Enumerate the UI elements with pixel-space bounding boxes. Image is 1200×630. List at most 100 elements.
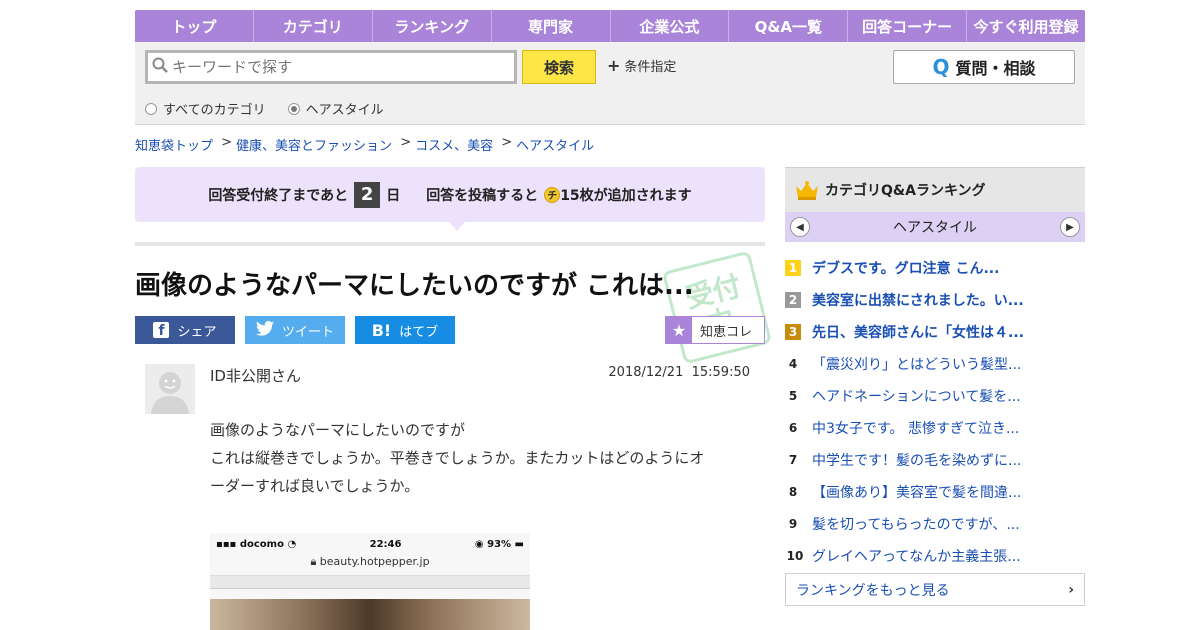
hatena-bookmark-button[interactable]: B! はてブ [355,316,455,344]
post-date: 2018/12/21 [608,365,684,380]
nav-qa-list[interactable]: Q&A一覧 [729,10,849,42]
radio-off-icon [145,102,157,115]
more-ranking-link[interactable]: ランキングをもっと見る › [785,573,1085,606]
reward-prefix: 回答を投稿すると [426,187,539,204]
ranking-item[interactable]: 10 グレイヘアってなんか主義主張... [785,540,1085,572]
rank-link[interactable]: 【画像あり】美容室で髪を間違... [812,482,1032,502]
scope-all-radio[interactable]: すべてのカテゴリ [145,99,266,118]
facebook-share-label: シェア [177,324,217,340]
ranking-item[interactable]: 5 ヘアドネーションについて髪を... [785,380,1085,412]
chiekore-label: 知恵コレ [700,324,753,340]
facebook-share-button[interactable]: f シェア [135,316,235,344]
nav-official[interactable]: 企業公式 [611,10,730,42]
divider [135,242,765,246]
days-remaining: 2 [354,181,381,208]
rotation-lock-icon: ◉ [474,538,484,550]
ask-question-label: 質問・相談 [955,59,1036,78]
battery-percent: 93% [487,538,512,550]
conditions-link[interactable]: + 条件指定 [607,56,676,75]
rank-number: 8 [788,485,798,499]
phone-url: beauty.hotpepper.jp [319,555,430,568]
ranking-item[interactable]: 2 美容室に出禁にされました。い... [785,284,1085,316]
scope-current-label: ヘアスタイル [305,103,384,118]
chiekore-button[interactable]: ★ 知恵コレ [665,316,765,344]
breadcrumb: 知恵袋トップ > 健康、美容とファッション > コスメ、美容 > ヘアスタイル [135,135,594,154]
star-icon: ★ [666,317,692,343]
twitter-icon [255,320,274,340]
notice-arrow [449,222,465,231]
post-time: 15:59:50 [691,365,750,380]
more-ranking-label: ランキングをもっと見る [796,582,950,599]
lock-icon: 🔒︎ [310,555,317,568]
rank-link[interactable]: デブスです。グロ注意 こん... [812,258,1032,278]
search-button[interactable]: 検索 [522,50,596,84]
notice-prefix: 回答受付終了まであと [208,187,349,204]
avatar [145,364,195,414]
ranking-item[interactable]: 9 髪を切ってもらったのですが、... [785,508,1085,540]
nav-register[interactable]: 今すぐ利用登録 [967,10,1085,42]
ranking-item[interactable]: 4 「震災刈り」とはどういう髪型... [785,348,1085,380]
rank-number: 5 [788,389,798,403]
twitter-share-button[interactable]: ツイート [245,316,345,344]
search-area: 検索 + 条件指定 Q 質問・相談 すべてのカテゴリ ヘアスタイル [135,42,1085,125]
rank-link[interactable]: 美容室に出禁にされました。い... [812,290,1032,310]
crown-icon [795,180,819,200]
ranking-item[interactable]: 1 デブスです。グロ注意 こん... [785,252,1085,284]
twitter-share-label: ツイート [281,324,334,340]
scope-current-radio[interactable]: ヘアスタイル [287,99,384,118]
rank-link[interactable]: 髪を切ってもらったのですが、... [812,514,1032,534]
post-datetime: 2018/12/21 15:59:50 [608,365,750,380]
rank-link[interactable]: 「震災刈り」とはどういう髪型... [812,354,1032,374]
ask-question-button[interactable]: Q 質問・相談 [893,50,1075,84]
nav-ranking[interactable]: ランキング [373,10,492,42]
breadcrumb-separator: > [396,135,412,150]
breadcrumb-separator: > [217,135,233,150]
nav-top[interactable]: トップ [135,10,254,42]
coin-icon: チ [544,186,561,203]
ranking-category: ヘアスタイル [893,220,977,236]
rank-link[interactable]: ヘアドネーションについて髪を... [812,386,1032,406]
nav-answer-corner[interactable]: 回答コーナー [848,10,968,42]
ranking-item[interactable]: 6 中3女子です。 悲惨すぎて泣き... [785,412,1085,444]
carrier-name: docomo [239,538,284,550]
question-q-icon: Q [932,55,950,79]
rank-number: 7 [788,453,798,467]
rank-number: 4 [788,357,798,371]
question-author: ID非公開さん [210,367,301,385]
rank-link[interactable]: 中3女子です。 悲惨すぎて泣き... [812,418,1032,438]
ranking-item[interactable]: 7 中学生です！髪の毛を染めずに... [785,444,1085,476]
question-title: 画像のようなパーマにしたいのですが これは... [135,271,694,301]
ranking-item[interactable]: 8 【画像あり】美容室で髪を間違... [785,476,1085,508]
body-line: ーダーすれば良いでしょうか。 [210,477,420,495]
body-line: これは縦巻きでしょうか。平巻きでしょうか。またカットはどのようにオ [210,449,705,467]
phone-carrier: ▪▪▪ docomo ◔ [216,539,296,550]
ranking-item[interactable]: 3 先日、美容師さんに「女性は４... [785,316,1085,348]
battery-icon: ▬ [514,538,524,550]
phone-url-bar: 🔒︎ beauty.hotpepper.jp [210,555,530,571]
breadcrumb-item[interactable]: ヘアスタイル [516,135,594,154]
next-category-button[interactable]: ▶ [1060,217,1080,237]
rank-number: 1 [785,260,801,276]
rank-number: 6 [788,421,798,435]
rank-link[interactable]: グレイヘアってなんか主義主張... [812,546,1032,566]
ranking-list: 1 デブスです。グロ注意 こん... 2 美容室に出禁にされました。い... 3 先日… [785,252,1085,572]
scope-all-label: すべてのカテゴリ [163,103,266,118]
radio-on-icon [287,102,300,115]
nav-category[interactable]: カテゴリ [254,10,373,42]
plus-icon: + [607,56,621,75]
body-line: 画像のようなパーマにしたいのですが [210,421,466,439]
attached-image[interactable]: ▪▪▪ docomo ◔ 22:46 ◉ 93% ▬ 🔒︎ beauty.hot… [210,533,530,630]
day-unit: 日 [386,187,401,204]
search-input[interactable] [172,58,502,76]
prev-category-button[interactable]: ◀ [790,217,810,237]
rank-link[interactable]: 中学生です！髪の毛を染めずに... [812,450,1032,470]
breadcrumb-item[interactable]: 知恵袋トップ [135,135,213,154]
reward-suffix: 15枚が追加されます [560,187,692,204]
rank-number: 2 [785,292,801,308]
breadcrumb-item[interactable]: コスメ、美容 [415,135,493,154]
breadcrumb-item[interactable]: 健康、美容とファッション [236,135,392,154]
rank-number: 10 [786,549,804,563]
rank-link[interactable]: 先日、美容師さんに「女性は４... [812,322,1032,342]
nav-expert[interactable]: 専門家 [492,10,611,42]
hatena-label: はてブ [399,324,439,340]
